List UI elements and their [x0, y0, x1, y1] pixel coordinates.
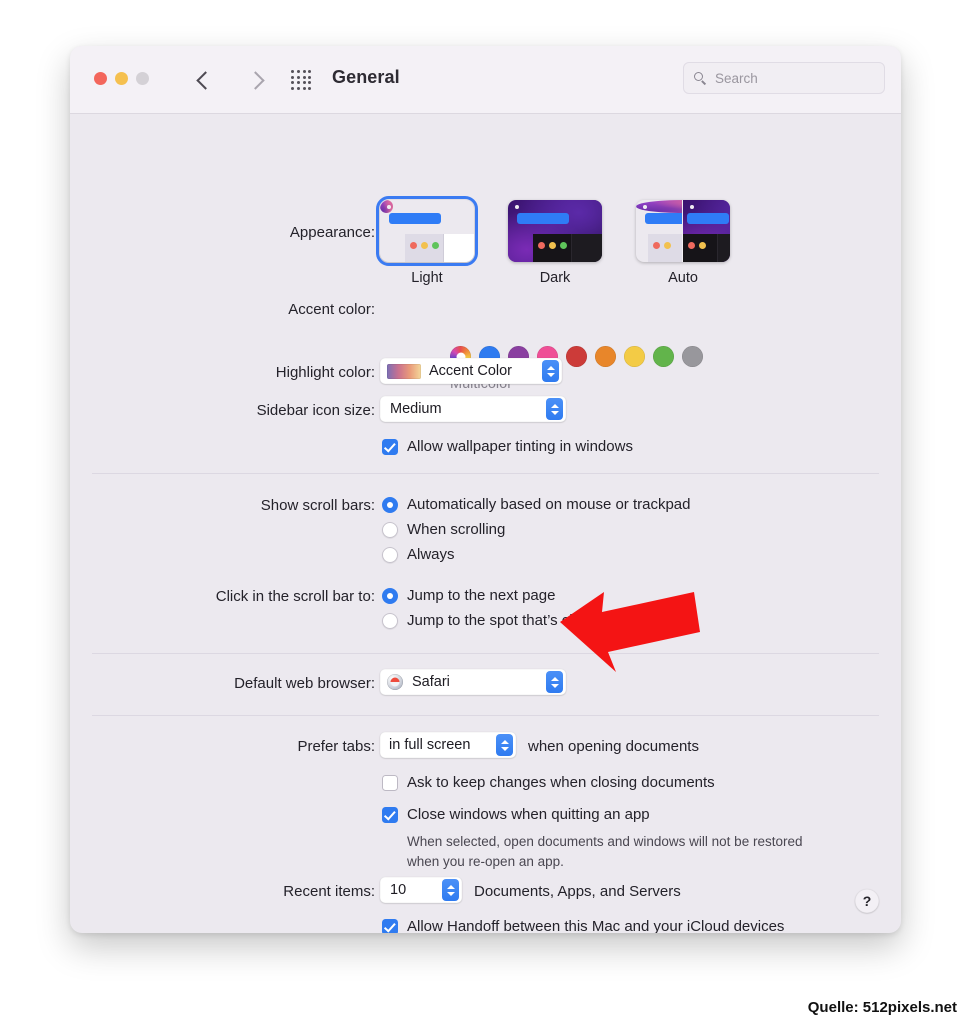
- appearance-option-light[interactable]: Light: [376, 196, 478, 286]
- page-title: General: [332, 67, 400, 87]
- highlight-color-label: Highlight color:: [275, 364, 375, 381]
- radio-spot-clicked[interactable]: [382, 612, 398, 629]
- annotation-arrow: [560, 592, 700, 672]
- chevron-updown-icon: [546, 398, 563, 420]
- forward-button[interactable]: [242, 66, 268, 94]
- scrollbar-option-automatic[interactable]: Automatically based on mouse or trackpad: [382, 496, 690, 513]
- highlight-color-popup[interactable]: Accent Color: [380, 358, 562, 384]
- radio-always[interactable]: [382, 546, 398, 563]
- system-preferences-window: General Search Appearance: Light Dark Au…: [70, 46, 901, 933]
- wallpaper-tinting-row[interactable]: Allow wallpaper tinting in windows: [382, 438, 633, 455]
- appearance-option-dark[interactable]: Dark: [508, 200, 602, 286]
- search-placeholder: Search: [715, 70, 758, 86]
- appearance-label-dark: Dark: [539, 270, 571, 286]
- scroll-click-label: Click in the scroll bar to:: [215, 588, 375, 605]
- accent-swatch-red[interactable]: [566, 346, 587, 367]
- divider-1: [92, 473, 879, 474]
- search-field[interactable]: Search: [683, 62, 885, 94]
- back-button[interactable]: [192, 66, 218, 94]
- wallpaper-tinting-label: Allow wallpaper tinting in windows: [407, 438, 633, 455]
- prefer-tabs-label: Prefer tabs:: [297, 738, 375, 755]
- close-button[interactable]: [94, 72, 107, 85]
- divider-3: [92, 715, 879, 716]
- accent-color-label: Accent color:: [288, 301, 375, 318]
- radio-next-page[interactable]: [382, 587, 398, 604]
- recent-items-popup[interactable]: 10: [380, 877, 462, 903]
- ask-keep-changes-row[interactable]: Ask to keep changes when closing documen…: [382, 774, 715, 791]
- prefer-tabs-suffix: when opening documents: [528, 738, 699, 755]
- accent-swatch-graphite[interactable]: [682, 346, 703, 367]
- ask-keep-changes-checkbox[interactable]: [382, 774, 398, 791]
- accent-swatch-green[interactable]: [653, 346, 674, 367]
- handoff-label: Allow Handoff between this Mac and your …: [407, 918, 785, 933]
- appearance-label: Appearance:: [289, 224, 375, 241]
- close-windows-note-line1: When selected, open documents and window…: [407, 834, 803, 849]
- close-windows-note: When selected, open documents and window…: [407, 832, 877, 871]
- scrollbar-option-when-scrolling-label: When scrolling: [407, 521, 506, 538]
- minimize-button[interactable]: [115, 72, 128, 85]
- default-browser-label: Default web browser:: [234, 675, 375, 692]
- wallpaper-tinting-checkbox[interactable]: [382, 438, 398, 455]
- handoff-row[interactable]: Allow Handoff between this Mac and your …: [382, 918, 784, 933]
- show-scroll-bars-label: Show scroll bars:: [260, 497, 375, 514]
- scrollbar-option-always[interactable]: Always: [382, 546, 455, 563]
- close-windows-note-line2: when you re-open an app.: [407, 853, 564, 869]
- radio-when-scrolling[interactable]: [382, 521, 398, 538]
- divider-2: [92, 653, 879, 654]
- scroll-click-option-next-page[interactable]: Jump to the next page: [382, 587, 555, 604]
- appearance-thumb-dark[interactable]: [508, 200, 602, 262]
- source-caption: Quelle: 512pixels.net: [807, 999, 957, 1016]
- zoom-button[interactable]: [136, 72, 149, 85]
- safari-icon: [387, 674, 403, 690]
- help-button[interactable]: ?: [855, 889, 879, 913]
- sidebar-icon-size-popup[interactable]: Medium: [380, 396, 566, 422]
- chevron-right-icon: [245, 70, 265, 90]
- handoff-checkbox[interactable]: [382, 918, 398, 933]
- close-windows-checkbox[interactable]: [382, 806, 398, 823]
- appearance-label-light: Light: [411, 270, 443, 286]
- chevron-updown-icon: [442, 879, 459, 901]
- preferences-content: Appearance: Light Dark Auto Accent color…: [70, 114, 901, 933]
- accent-swatch-yellow[interactable]: [624, 346, 645, 367]
- appearance-options: Light Dark Auto: [376, 196, 730, 286]
- recent-items-label: Recent items:: [283, 883, 375, 900]
- traffic-lights: [94, 72, 149, 85]
- scrollbar-option-when-scrolling[interactable]: When scrolling: [382, 521, 505, 538]
- scrollbar-option-always-label: Always: [407, 546, 455, 563]
- scrollbar-option-automatic-label: Automatically based on mouse or trackpad: [407, 496, 691, 513]
- ask-keep-changes-label: Ask to keep changes when closing documen…: [407, 774, 715, 791]
- close-windows-row[interactable]: Close windows when quitting an app: [382, 806, 650, 823]
- recent-items-suffix: Documents, Apps, and Servers: [474, 883, 681, 900]
- default-web-browser-popup[interactable]: Safari: [380, 669, 566, 695]
- scroll-click-option-next-page-label: Jump to the next page: [407, 587, 556, 604]
- recent-items-value: 10: [390, 882, 407, 898]
- highlight-color-value: Accent Color: [429, 363, 513, 379]
- appearance-option-auto[interactable]: Auto: [636, 200, 730, 286]
- appearance-thumb-auto[interactable]: [636, 200, 730, 262]
- chevron-updown-icon: [542, 360, 559, 382]
- window-titlebar: General Search: [70, 46, 901, 114]
- close-windows-label: Close windows when quitting an app: [407, 806, 650, 823]
- sidebar-icon-size-value: Medium: [390, 401, 442, 417]
- chevron-updown-icon: [496, 734, 513, 756]
- accent-gradient-swatch: [387, 363, 421, 379]
- prefer-tabs-value: in full screen: [389, 737, 471, 753]
- accent-swatch-orange[interactable]: [595, 346, 616, 367]
- sidebar-icon-size-label: Sidebar icon size:: [256, 402, 375, 419]
- default-browser-value: Safari: [412, 674, 450, 690]
- chevron-left-icon: [195, 70, 215, 90]
- appearance-label-auto: Auto: [668, 270, 698, 286]
- search-icon: [694, 71, 707, 85]
- appearance-thumb-light[interactable]: [376, 196, 478, 266]
- prefer-tabs-popup[interactable]: in full screen: [380, 732, 516, 758]
- radio-automatic[interactable]: [382, 496, 398, 513]
- show-all-grid-icon[interactable]: [291, 70, 312, 90]
